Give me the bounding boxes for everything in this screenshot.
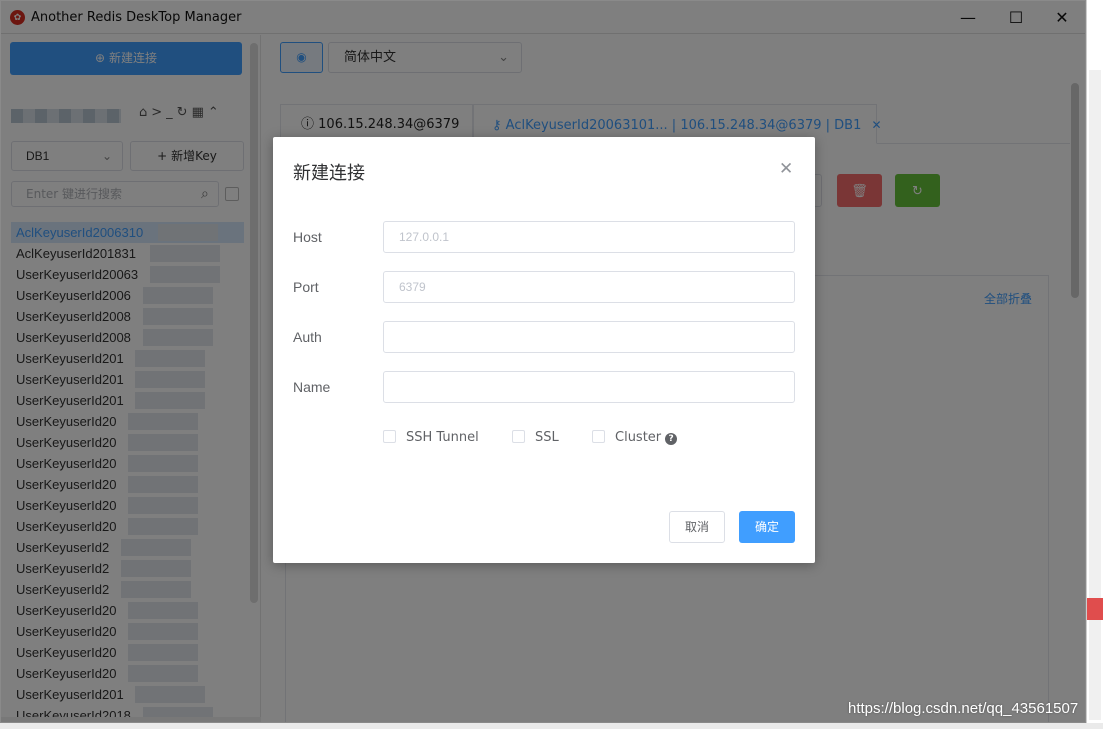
port-input[interactable]: 6379 xyxy=(383,271,795,303)
help-icon[interactable]: ? xyxy=(665,433,678,445)
confirm-button[interactable]: 确定 xyxy=(739,511,795,543)
cluster-label: Cluster xyxy=(615,430,662,445)
name-label: Name xyxy=(293,379,331,395)
checkbox-box xyxy=(512,430,525,443)
dialog-title: 新建连接 xyxy=(293,163,365,184)
new-connection-dialog: 新建连接 ✕ Host 127.0.0.1 Port 6379 Auth Nam… xyxy=(273,137,815,563)
ssh-tunnel-checkbox[interactable]: SSH Tunnel xyxy=(383,430,479,445)
close-icon[interactable]: ✕ xyxy=(779,159,793,179)
taskbar-bottom xyxy=(0,723,1103,729)
ssl-checkbox[interactable]: SSL xyxy=(512,430,559,445)
ssl-label: SSL xyxy=(535,430,559,445)
background-scrollbar xyxy=(1089,70,1101,720)
background-window xyxy=(1086,0,1103,729)
checkbox-box xyxy=(383,430,396,443)
port-label: Port xyxy=(293,279,319,295)
checkbox-box xyxy=(592,430,605,443)
auth-input[interactable] xyxy=(383,321,795,353)
ssh-tunnel-label: SSH Tunnel xyxy=(406,430,479,445)
cluster-checkbox[interactable]: Cluster? xyxy=(592,430,678,445)
auth-label: Auth xyxy=(293,329,322,345)
screen: ✿ Another Redis DeskTop Manager — ☐ ✕ ⊕ … xyxy=(0,0,1103,729)
app-window: ✿ Another Redis DeskTop Manager — ☐ ✕ ⊕ … xyxy=(0,0,1086,723)
host-input[interactable]: 127.0.0.1 xyxy=(383,221,795,253)
host-label: Host xyxy=(293,229,322,245)
cancel-button[interactable]: 取消 xyxy=(669,511,725,543)
name-input[interactable] xyxy=(383,371,795,403)
watermark: https://blog.csdn.net/qq_43561507 xyxy=(848,700,1079,717)
background-red-block xyxy=(1087,598,1103,620)
